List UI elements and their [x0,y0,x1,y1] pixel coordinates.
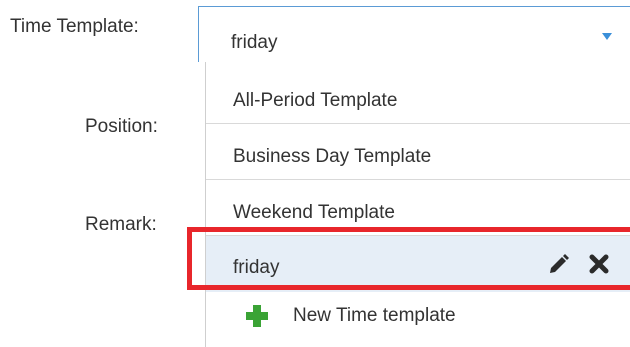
option-all-period-template[interactable]: All-Period Template [206,68,630,124]
plus-icon [246,305,268,327]
new-time-template-button[interactable]: New Time template [206,292,630,342]
option-label: Weekend Template [233,202,395,223]
time-template-dropdown: All-Period Template Business Day Templat… [205,62,630,347]
option-business-day-template[interactable]: Business Day Template [206,124,630,180]
caret-down-icon[interactable] [602,33,612,40]
time-template-selected-value: friday [231,32,278,53]
time-template-label: Time Template: [10,16,139,37]
position-label: Position: [85,116,158,137]
option-label: Business Day Template [233,146,432,167]
option-weekend-template[interactable]: Weekend Template [206,180,630,236]
option-label: All-Period Template [233,90,398,111]
pencil-icon[interactable] [547,252,571,281]
time-template-select[interactable]: friday [198,6,630,62]
option-label: friday [233,257,280,278]
new-time-template-label: New Time template [293,305,456,326]
close-icon[interactable] [587,252,611,281]
remark-label: Remark: [85,214,157,235]
